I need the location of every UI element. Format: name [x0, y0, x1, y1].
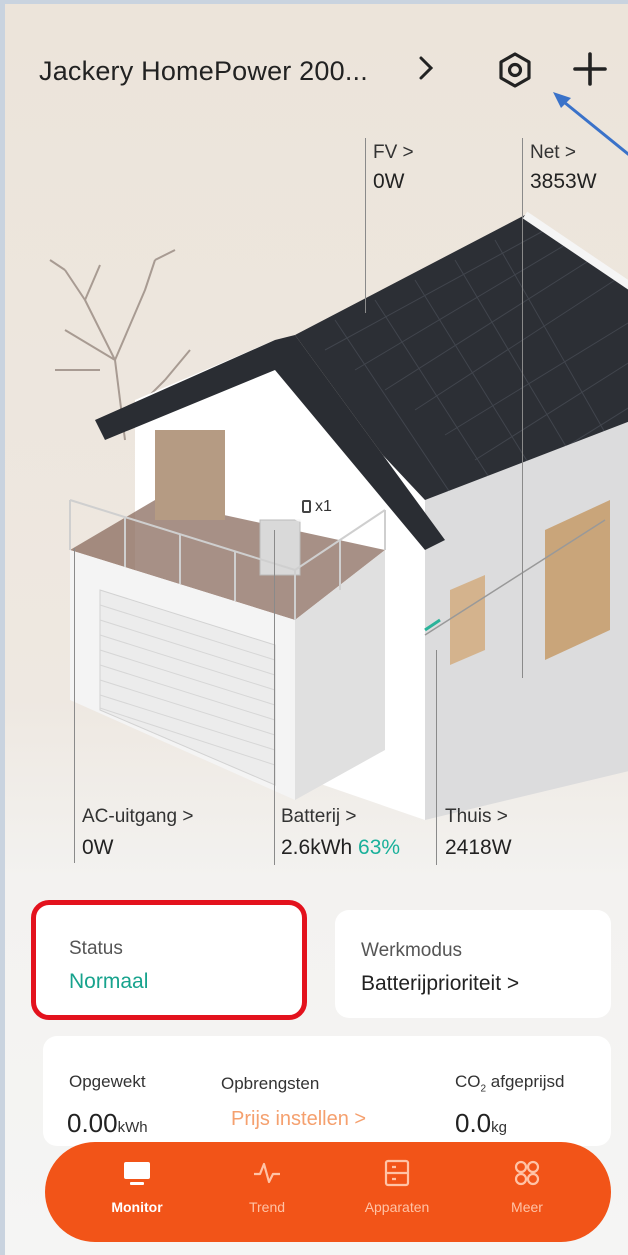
workmode-label: Werkmodus — [361, 940, 463, 961]
nav-trend-label: Trend — [248, 1199, 286, 1215]
grid-label[interactable]: Net > — [530, 142, 576, 164]
pv-value: 0W — [373, 170, 405, 193]
co2-number: 0.0 — [455, 1108, 492, 1138]
battery-icon — [302, 500, 312, 514]
home-connector-line — [436, 650, 437, 865]
generated-value: 0.00kWh — [67, 1108, 148, 1139]
battery-count-badge: x1 — [288, 492, 346, 522]
grid-value: 3853W — [530, 170, 597, 193]
co2-suffix: afgeprijsd — [486, 1072, 565, 1091]
devices-icon — [384, 1159, 410, 1187]
device-title-chevron-icon[interactable] — [417, 52, 437, 91]
battery-percent: 63% — [358, 836, 401, 859]
co2-unit: kg — [491, 1119, 507, 1136]
device-title[interactable]: Jackery HomePower 200... — [39, 56, 368, 87]
home-label[interactable]: Thuis > — [445, 806, 508, 828]
nav-more-label: Meer — [511, 1199, 543, 1215]
nav-trend[interactable]: Trend — [217, 1158, 317, 1228]
nav-devices-label: Apparaten — [364, 1199, 430, 1215]
bottom-nav: Monitor Trend Apparaten Meer — [45, 1142, 611, 1242]
generated-unit: kWh — [117, 1119, 148, 1136]
stats-card: Opgewekt 0.00kWh Opbrengsten Prijs inste… — [43, 1036, 611, 1146]
generated-label: Opgewekt — [69, 1072, 146, 1091]
ac-connector-line — [74, 548, 75, 863]
more-icon — [514, 1160, 540, 1186]
co2-value: 0.0kg — [455, 1108, 507, 1139]
ac-output-value: 0W — [82, 836, 114, 859]
settings-hex-icon[interactable] — [495, 50, 535, 90]
trend-icon — [254, 1162, 280, 1184]
pv-connector-line — [365, 138, 366, 313]
status-highlight-box — [31, 900, 307, 1020]
monitor-icon — [124, 1162, 150, 1185]
revenue-label: Opbrengsten — [221, 1074, 320, 1093]
battery-energy: 2.6kWh — [281, 836, 353, 859]
battery-label[interactable]: Batterij > — [281, 806, 357, 828]
set-price-link[interactable]: Prijs instellen > — [231, 1108, 366, 1131]
battery-count: x1 — [315, 498, 332, 515]
co2-label: CO2 afgeprijsd — [455, 1072, 565, 1094]
workmode-card[interactable]: Werkmodus Batterijprioriteit > — [335, 910, 611, 1018]
co2-prefix: CO — [455, 1072, 481, 1091]
nav-monitor[interactable]: Monitor — [87, 1158, 187, 1228]
pv-label[interactable]: FV > — [373, 142, 414, 164]
ac-output-label[interactable]: AC-uitgang > — [82, 806, 193, 828]
nav-devices[interactable]: Apparaten — [347, 1158, 447, 1228]
app-screen: Jackery HomePower 200... x1 FV > 0W Net … — [0, 0, 628, 1255]
generated-number: 0.00 — [67, 1108, 118, 1138]
nav-monitor-label: Monitor — [111, 1199, 163, 1215]
battery-connector-line — [274, 530, 275, 865]
nav-more[interactable]: Meer — [477, 1158, 577, 1228]
window-frame-top — [5, 0, 628, 4]
home-value: 2418W — [445, 836, 512, 859]
workmode-value: Batterijprioriteit > — [361, 972, 520, 995]
plus-icon[interactable] — [569, 48, 611, 90]
battery-value: 2.6kWh 63% — [281, 836, 400, 860]
grid-connector-line — [522, 138, 523, 678]
